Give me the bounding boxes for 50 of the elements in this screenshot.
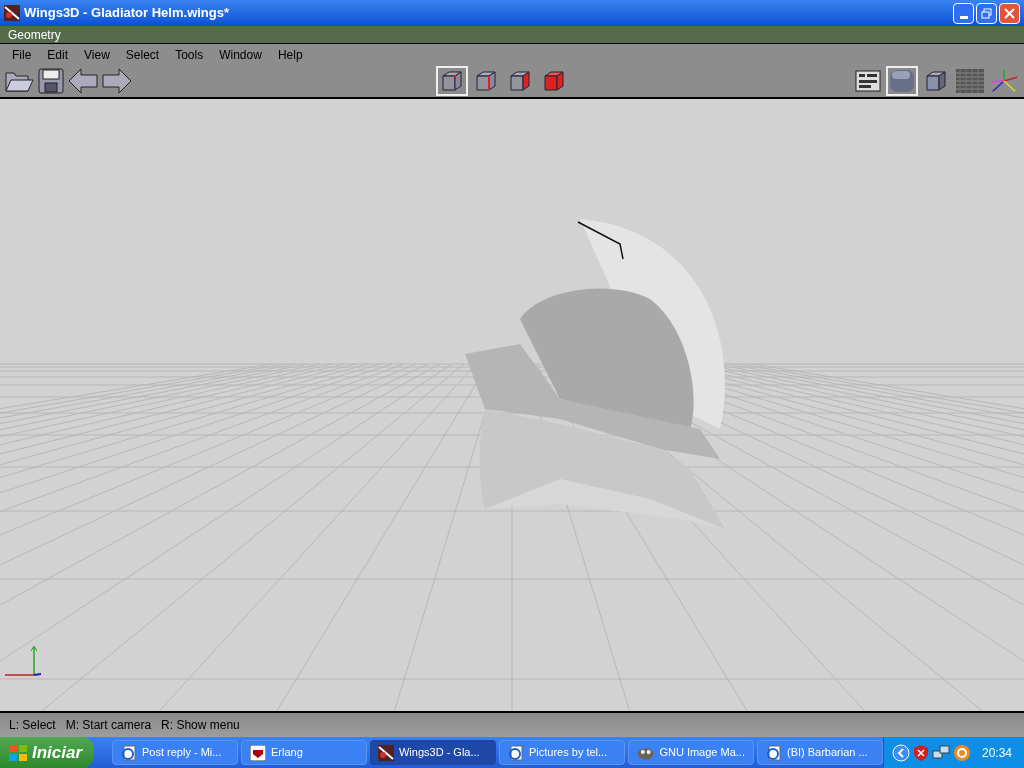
save-icon[interactable] — [38, 68, 64, 94]
cube-icon — [924, 69, 948, 93]
erlang-icon — [249, 744, 266, 761]
list-icon — [855, 70, 881, 92]
minimize-icon — [959, 15, 968, 19]
forward-arrow-icon[interactable] — [102, 68, 132, 94]
windows-logo-icon — [8, 743, 28, 762]
close-button[interactable] — [999, 2, 1020, 24]
status-text: L: Select M: Start camera R: Show menu — [9, 717, 240, 734]
folder-icon[interactable] — [4, 69, 34, 93]
close-icon — [1004, 7, 1015, 19]
taskbar-button[interactable]: Post reply - Mi... — [111, 740, 238, 765]
taskbar-button[interactable]: Wings3D - Gla... — [369, 740, 496, 765]
document-icon — [765, 744, 782, 761]
window-title: Wings3D - Gladiator Helm.wings* — [24, 4, 231, 23]
start-button[interactable]: Iniciar — [0, 737, 94, 768]
menu-item[interactable]: Window — [211, 45, 270, 64]
toolbar-button[interactable] — [886, 66, 918, 96]
viewport-title: Geometry — [8, 26, 61, 44]
menu-item[interactable]: File — [4, 45, 40, 64]
taskbar-button[interactable]: Pictures by tel... — [498, 740, 625, 765]
grid-icon — [956, 69, 984, 93]
menu-item[interactable]: View — [76, 45, 118, 64]
chevron-left-icon[interactable] — [891, 743, 910, 762]
toolbar-button[interactable] — [436, 66, 468, 96]
restore-icon — [981, 7, 992, 19]
cube-icon — [440, 69, 464, 93]
wings-icon — [4, 5, 20, 21]
cube-icon — [542, 69, 566, 93]
cube-icon — [508, 69, 532, 93]
update-icon[interactable] — [952, 743, 971, 762]
cube-icon — [474, 69, 498, 93]
taskbar-button[interactable]: Erlang — [240, 740, 367, 765]
menu-item[interactable]: Help — [269, 45, 311, 64]
clock: 20:34 — [981, 744, 1012, 762]
menu-item[interactable]: Tools — [167, 45, 212, 64]
document-icon — [120, 744, 137, 761]
back-arrow-icon[interactable] — [68, 68, 98, 94]
document-icon — [507, 744, 524, 761]
shaded-cube-icon — [888, 68, 916, 94]
axes-icon — [990, 68, 1018, 94]
minimize-button[interactable] — [953, 2, 974, 24]
taskbar-button[interactable]: (BI) Barbarian ... — [756, 740, 883, 765]
restore-button[interactable] — [976, 2, 997, 24]
taskbar-button[interactable]: GNU Image Ma... — [627, 740, 754, 765]
network-icon[interactable] — [931, 743, 950, 762]
menu-item[interactable]: Edit — [39, 45, 77, 64]
menu-item[interactable]: Select — [117, 45, 168, 64]
shield-icon[interactable] — [912, 743, 929, 762]
wings-icon — [377, 744, 394, 761]
